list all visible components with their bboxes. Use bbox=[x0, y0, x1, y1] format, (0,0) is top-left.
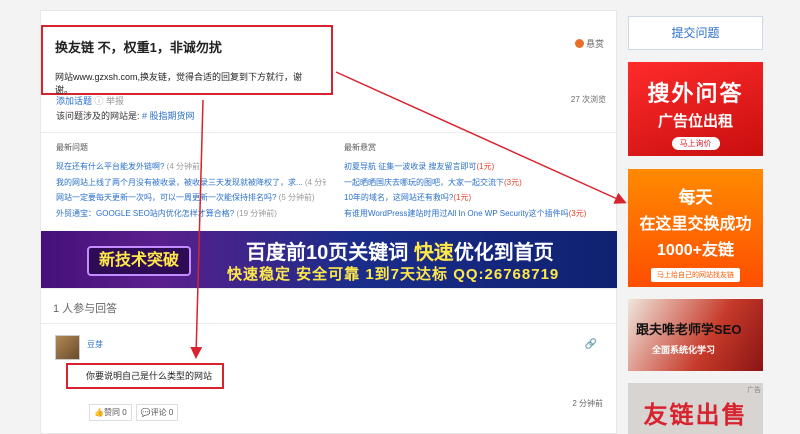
answer-username[interactable]: 豆芽 bbox=[87, 339, 103, 350]
divider bbox=[41, 288, 616, 289]
item-text: 网站一定要每天更新一次吗，可以一周更新一次能保持排名吗? bbox=[56, 193, 277, 202]
link-icon[interactable]: 🔗 bbox=[585, 339, 597, 350]
sidebar-ad-rent[interactable]: 搜外问答 广告位出租 马上询价 bbox=[628, 62, 763, 156]
item-reward: (1元) bbox=[476, 162, 495, 171]
comment-label: 评论 0 bbox=[150, 408, 174, 417]
report-link[interactable]: ⓘ 举报 bbox=[95, 96, 125, 106]
ad-subtitle: 全面系统化学习 bbox=[652, 345, 716, 355]
ad-line: 每天 bbox=[678, 188, 713, 207]
ad-title: 友链出售 bbox=[643, 402, 748, 429]
answers-count: 1 人参与回答 bbox=[53, 303, 118, 315]
headline-highlight: 快速 bbox=[413, 242, 454, 264]
view-count: 27 次浏览 bbox=[570, 95, 606, 104]
headline-part: 优化到首页 bbox=[453, 242, 554, 264]
list-item[interactable]: 网站一定要每天更新一次吗，可以一周更新一次能保持排名吗? (5 分钟前) bbox=[56, 190, 326, 206]
site-row: 该问题涉及的网站是: # 股指期货网 bbox=[56, 109, 195, 122]
item-text: 现在还有什么平台能发外链啊? bbox=[56, 162, 165, 171]
item-time: (5 分钟前) bbox=[276, 193, 315, 202]
divider bbox=[41, 132, 616, 133]
like-label: 赞同 0 bbox=[103, 408, 127, 417]
item-reward: (1元) bbox=[453, 193, 472, 202]
headline-part: 百度前10页关键词 bbox=[246, 242, 414, 264]
avatar[interactable] bbox=[55, 335, 80, 360]
site-tag-link[interactable]: # 股指期货网 bbox=[142, 111, 195, 121]
item-time: (4 分钟前) bbox=[304, 177, 326, 187]
banner-headline: 百度前10页关键词 快速优化到首页 bbox=[246, 236, 554, 265]
topic-row: 添加话题 ⓘ 举报 bbox=[56, 94, 124, 107]
like-button[interactable]: 👍赞同 0 bbox=[89, 404, 132, 421]
page: 换友链 不，权重1，非诚勿扰 网站www.gzxsh.com,换友链，觉得合适的… bbox=[0, 0, 800, 434]
list-item[interactable]: 我的网站上线了两个月没有被收录，被收录三天发现就被降权了，求... (4 分钟前… bbox=[56, 175, 326, 191]
list-item[interactable]: 10年的域名，这网站还有救吗?(1元) bbox=[344, 190, 612, 206]
ad-title: 搜外问答 bbox=[647, 81, 744, 106]
latest-questions: 最新问题 现在还有什么平台能发外链啊? (4 分钟前) 我的网站上线了两个月没有… bbox=[56, 142, 326, 221]
answer-item: 豆芽 🔗 你要说明自己是什么类型的网站 2 分钟前 👍赞同 0 💬评论 0 bbox=[41, 325, 617, 434]
item-time: (4 分钟前) bbox=[164, 162, 203, 171]
item-text: 有谁用WordPress建站时用过All In One WP Security这… bbox=[344, 208, 569, 218]
divider bbox=[41, 323, 616, 324]
question-description: 网站www.gzxsh.com,换友链，觉得合适的回复到下方就行，谢谢。 bbox=[55, 72, 303, 95]
highlighted-question-box: 换友链 不，权重1，非诚勿扰 网站www.gzxsh.com,换友链，觉得合适的… bbox=[41, 25, 333, 95]
list-item[interactable]: 一起晒晒国庆去哪玩的图吧，大家一起交流下(3元) bbox=[344, 175, 612, 191]
ad-line: 1000+友链 bbox=[657, 242, 734, 259]
ask-question-button[interactable]: 提交问题 bbox=[628, 16, 763, 50]
item-text: 外贸通宝：GOOGLE SEO站内优化怎样才算合格? bbox=[56, 208, 235, 218]
comment-button[interactable]: 💬评论 0 bbox=[135, 404, 179, 421]
highlighted-answer-box: 你要说明自己是什么类型的网站 bbox=[66, 363, 224, 389]
question-title: 换友链 不，权重1，非诚勿扰 bbox=[55, 40, 222, 55]
ad-tag: 广告 bbox=[747, 387, 761, 394]
ad-line: 在这里交换成功 bbox=[639, 216, 752, 233]
ad-banner[interactable]: 新技术突破 百度前10页关键词 快速优化到首页 快速稳定 安全可靠 1到7天达标… bbox=[41, 231, 617, 288]
banner-subline: 快速稳定 安全可靠 1到7天达标 QQ:26768719 bbox=[227, 266, 560, 283]
ad-subtitle: 广告位出租 bbox=[657, 113, 733, 130]
answer-actions: 👍赞同 0 💬评论 0 bbox=[89, 404, 182, 421]
latest-bounties: 最新悬赏 初夏导航 征集一波收录 搜友留言即可(1元) 一起晒晒国庆去哪玩的图吧… bbox=[344, 142, 612, 221]
ad-title: 跟夫唯老师学SEO bbox=[636, 322, 742, 337]
answer-text: 你要说明自己是什么类型的网站 bbox=[86, 371, 213, 381]
report-label: 举报 bbox=[106, 96, 125, 106]
answer-time: 2 分钟前 bbox=[572, 399, 603, 408]
reward-link[interactable]: 悬赏 bbox=[574, 37, 604, 50]
site-prefix: 该问题涉及的网站是: bbox=[56, 111, 143, 121]
question-panel: 换友链 不，权重1，非诚勿扰 网站www.gzxsh.com,换友链，觉得合适的… bbox=[40, 10, 617, 434]
list-item[interactable]: 有谁用WordPress建站时用过All In One WP Security这… bbox=[344, 206, 612, 222]
sidebar-ad-exchange[interactable]: 每天 在这里交换成功 1000+友链 马上给自己的网站找友链 bbox=[628, 169, 763, 287]
item-text: 一起晒晒国庆去哪玩的图吧，大家一起交流下 bbox=[344, 177, 504, 187]
item-text: 我的网站上线了两个月没有被收录，被收录三天发现就被降权了，求... bbox=[56, 177, 303, 187]
item-reward: (3元) bbox=[504, 177, 522, 187]
list-item[interactable]: 现在还有什么平台能发外链啊? (4 分钟前) bbox=[56, 159, 326, 175]
sidebar-ad-link-sale[interactable]: 广告 友链出售 bbox=[628, 383, 763, 434]
thumbs-up-icon: 👍 bbox=[94, 408, 104, 417]
sidebar-ad-seo-course[interactable]: 跟夫唯老师学SEO 全面系统化学习 bbox=[628, 299, 763, 371]
coin-icon bbox=[574, 39, 584, 48]
latest-heading: 最新问题 bbox=[56, 143, 88, 152]
ad-cta: 马上询价 bbox=[671, 137, 720, 150]
list-item[interactable]: 外贸通宝：GOOGLE SEO站内优化怎样才算合格? (19 分钟前) bbox=[56, 206, 326, 222]
item-text: 10年的域名，这网站还有救吗? bbox=[344, 193, 454, 202]
reward-label: 悬赏 bbox=[585, 39, 604, 49]
banner-badge: 新技术突破 bbox=[87, 246, 191, 276]
add-topic-link[interactable]: 添加话题 bbox=[56, 96, 92, 106]
bounty-heading: 最新悬赏 bbox=[344, 143, 376, 152]
ad-cta: 马上给自己的网站找友链 bbox=[651, 268, 740, 282]
list-item[interactable]: 初夏导航 征集一波收录 搜友留言即可(1元) bbox=[344, 159, 612, 175]
item-time: (19 分钟前) bbox=[234, 208, 277, 218]
comment-icon: 💬 bbox=[140, 408, 151, 417]
item-text: 初夏导航 征集一波收录 搜友留言即可 bbox=[344, 162, 477, 171]
item-reward: (3元) bbox=[568, 208, 587, 218]
